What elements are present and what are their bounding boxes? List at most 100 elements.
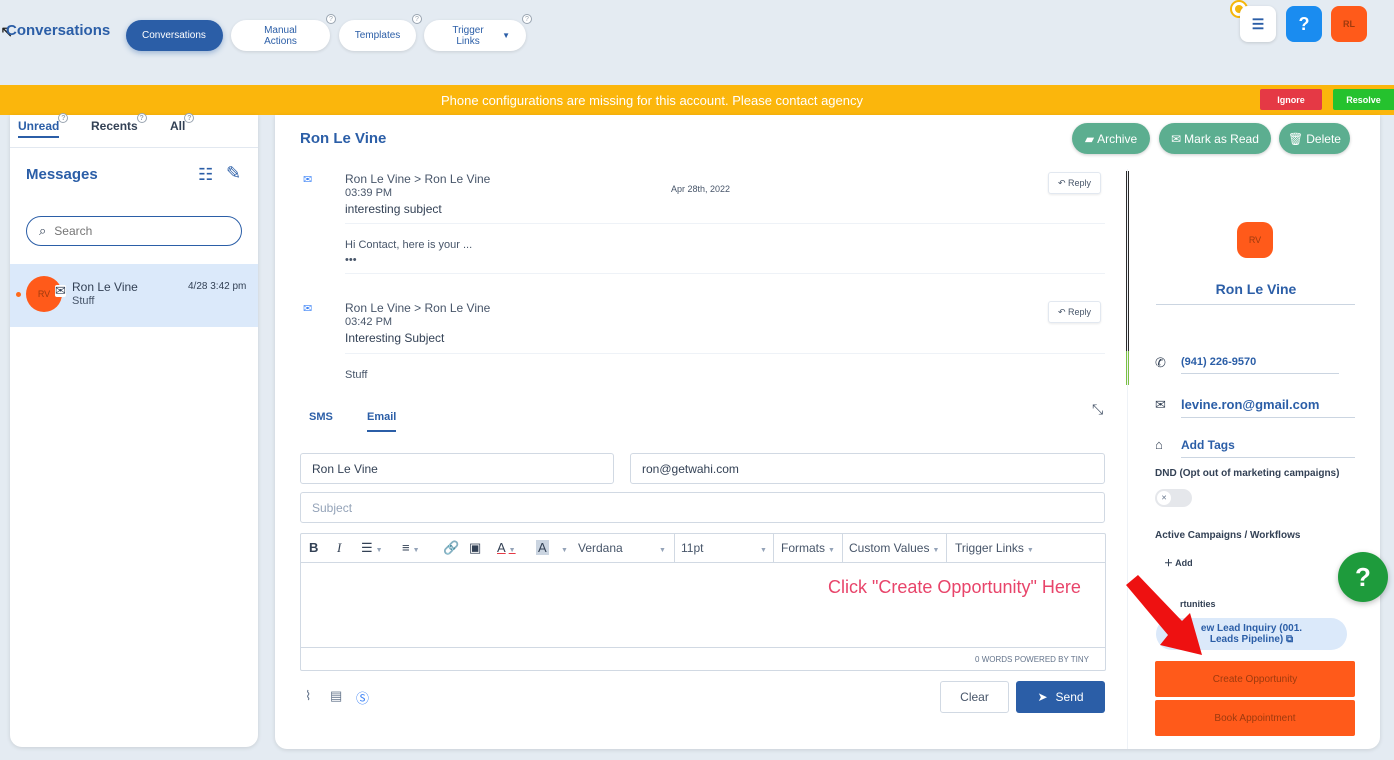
tab-unread[interactable]: Unread ? <box>18 113 69 138</box>
tab-all[interactable]: All ? <box>170 113 195 133</box>
font-size-select[interactable]: 11pt <box>681 541 703 555</box>
send-button[interactable]: ➤ Send <box>1016 681 1105 713</box>
collapse-icon[interactable]: ⤡ <box>1092 401 1103 418</box>
numbered-list-icon[interactable]: ≡ ▼ <box>402 540 420 555</box>
add-campaign-link[interactable]: ＋ Add <box>1164 556 1193 569</box>
unread-dot <box>16 292 21 297</box>
from-email-field[interactable]: ron@getwahi.com <box>630 453 1105 484</box>
message-thread: ✉ Ron Le Vine > Ron Le Vine 03:39 PM int… <box>275 169 1125 384</box>
email-editor: B I ☰ ▼ ≡ ▼ 🔗 ▣ A ▼ A ▼ Verdana ▼ 11pt ▼ Fo… <box>300 533 1106 671</box>
editor-status-bar: 0 WORDS POWERED BY TINY <box>301 647 1105 670</box>
help-hint-icon: ? <box>136 113 147 123</box>
custom-values-menu[interactable]: Custom Values ▼ <box>849 541 939 555</box>
floating-help-button[interactable]: ? <box>1338 552 1388 602</box>
template-document-icon[interactable]: ▤ <box>330 688 342 704</box>
link-icon[interactable]: 🔗 <box>443 540 459 556</box>
conversation-preview: Stuff <box>72 295 95 307</box>
conversation-contact-name: Ron Le Vine <box>72 280 138 294</box>
conversation-list-panel: Unread ? Recents ? All ? Messages ☷ ✎ ⌕ … <box>10 113 258 747</box>
help-hint-icon: ? <box>326 14 336 24</box>
trash-icon: 🗑 <box>1288 131 1304 146</box>
tag-icon: ⌂ <box>1155 437 1163 452</box>
image-icon[interactable]: ▣ <box>469 540 481 556</box>
search-icon: ⌕ <box>39 223 47 238</box>
search-input[interactable] <box>54 224 215 238</box>
trigger-links-menu[interactable]: Trigger Links ▼ <box>955 541 1034 555</box>
ignore-button[interactable]: Ignore <box>1260 89 1322 110</box>
compose-icon[interactable]: ✎ <box>226 163 241 184</box>
expand-message-icon[interactable]: ••• <box>345 254 357 266</box>
send-icon: ➤ <box>1037 690 1048 704</box>
contact-details-panel: RV Ron Le Vine ✆ (941) 226-9570 ✉ levine… <box>1127 169 1367 749</box>
contact-phone[interactable]: (941) 226-9570 <box>1181 356 1339 374</box>
email-icon: ✉ <box>1155 397 1166 412</box>
delete-button[interactable]: 🗑 Delete <box>1279 123 1350 154</box>
attachment-icon[interactable]: ⌇ <box>305 688 311 704</box>
divider <box>345 223 1105 224</box>
tutorial-annotation: Click "Create Opportunity" Here <box>828 577 1081 597</box>
mail-icon: ✉ <box>303 303 313 315</box>
contact-email[interactable]: levine.ron@gmail.com <box>1181 397 1355 418</box>
annotation-arrow-icon <box>1126 575 1202 655</box>
reply-button[interactable]: ↶ Reply <box>1048 301 1101 323</box>
bold-button[interactable]: B <box>309 540 318 555</box>
message-time: 03:39 PM <box>345 187 393 199</box>
clear-button[interactable]: Clear <box>940 681 1009 713</box>
dnd-toggle[interactable] <box>1155 489 1192 507</box>
reply-button[interactable]: ↶ Reply <box>1048 172 1101 194</box>
envelope-open-icon: ✉ <box>1171 131 1182 146</box>
tab-email[interactable]: Email <box>367 411 397 432</box>
divider <box>345 273 1105 274</box>
message-from: Ron Le Vine > Ron Le Vine <box>345 172 491 186</box>
warning-banner: Phone configurations are missing for thi… <box>0 85 1394 115</box>
message-body: Stuff <box>345 369 368 381</box>
conversation-time: 4/28 3:42 pm <box>188 281 247 292</box>
tab-conversations[interactable]: Conversations <box>126 20 223 51</box>
chevron-down-icon: ▼ <box>659 547 666 554</box>
help-hint-icon: ? <box>58 113 69 123</box>
dnd-label: DND (Opt out of marketing campaigns) <box>1155 468 1340 479</box>
from-name-field[interactable]: Ron Le Vine <box>300 453 614 484</box>
payment-dollar-icon[interactable]: Ⓢ <box>356 688 369 707</box>
messages-title: Messages <box>26 166 98 183</box>
resolve-button[interactable]: Resolve <box>1333 89 1394 110</box>
conversation-panel: Ron Le Vine ▰ Archive ✉ Mark as Read 🗑 D… <box>275 115 1380 749</box>
message-body: Hi Contact, here is your ... <box>345 239 473 251</box>
message-subject: Interesting Subject <box>345 331 445 345</box>
italic-button[interactable]: I <box>337 540 341 556</box>
archive-button[interactable]: ▰ Archive <box>1072 123 1150 154</box>
list-icon: ☰ <box>1251 15 1265 32</box>
divider <box>345 353 1105 354</box>
tab-trigger-links[interactable]: Trigger Links ▼ ? <box>424 14 532 51</box>
mark-as-read-button[interactable]: ✉ Mark as Read <box>1159 123 1271 154</box>
highlight-color-icon[interactable]: A <box>536 540 549 555</box>
tab-recents[interactable]: Recents ? <box>91 113 147 133</box>
help-hint-icon: ? <box>184 113 195 123</box>
top-nav-bar: ↖ Conversations Conversations Manual Act… <box>0 0 1394 85</box>
help-button[interactable]: ? <box>1286 6 1322 42</box>
search-field[interactable]: ⌕ <box>26 216 242 246</box>
filter-tabs: Unread ? Recents ? All ? <box>10 113 258 148</box>
chevron-down-icon: ▼ <box>502 31 510 40</box>
font-family-select[interactable]: Verdana <box>578 541 623 555</box>
divider <box>1156 304 1355 305</box>
mail-icon: ✉ <box>55 283 66 298</box>
add-tags-field[interactable]: Add Tags <box>1181 438 1355 458</box>
tab-manual-actions[interactable]: Manual Actions ? <box>231 14 336 51</box>
list-item[interactable]: RV ✉ Ron Le Vine Stuff 4/28 3:42 pm <box>10 264 258 327</box>
book-appointment-button[interactable]: Book Appointment <box>1155 700 1355 736</box>
tab-sms[interactable]: SMS <box>309 411 333 423</box>
subject-input[interactable]: Subject <box>300 492 1105 523</box>
email-body-textarea[interactable] <box>301 563 1105 647</box>
filter-sliders-icon[interactable]: ☷ <box>198 165 213 185</box>
create-opportunity-button[interactable]: Create Opportunity <box>1155 661 1355 697</box>
text-color-icon[interactable]: A ▼ <box>497 540 516 555</box>
contact-name: Ron Le Vine <box>1215 281 1297 297</box>
list-view-button[interactable]: ☰ <box>1240 6 1276 42</box>
editor-toolbar: B I ☰ ▼ ≡ ▼ 🔗 ▣ A ▼ A ▼ Verdana ▼ 11pt ▼ Fo… <box>301 534 1105 563</box>
bullet-list-icon[interactable]: ☰ ▼ <box>361 540 383 556</box>
formats-menu[interactable]: Formats ▼ <box>781 541 835 555</box>
mail-icon: ✉ <box>303 174 313 186</box>
user-avatar[interactable]: RL <box>1331 6 1367 42</box>
tab-templates[interactable]: Templates ? <box>339 14 422 51</box>
